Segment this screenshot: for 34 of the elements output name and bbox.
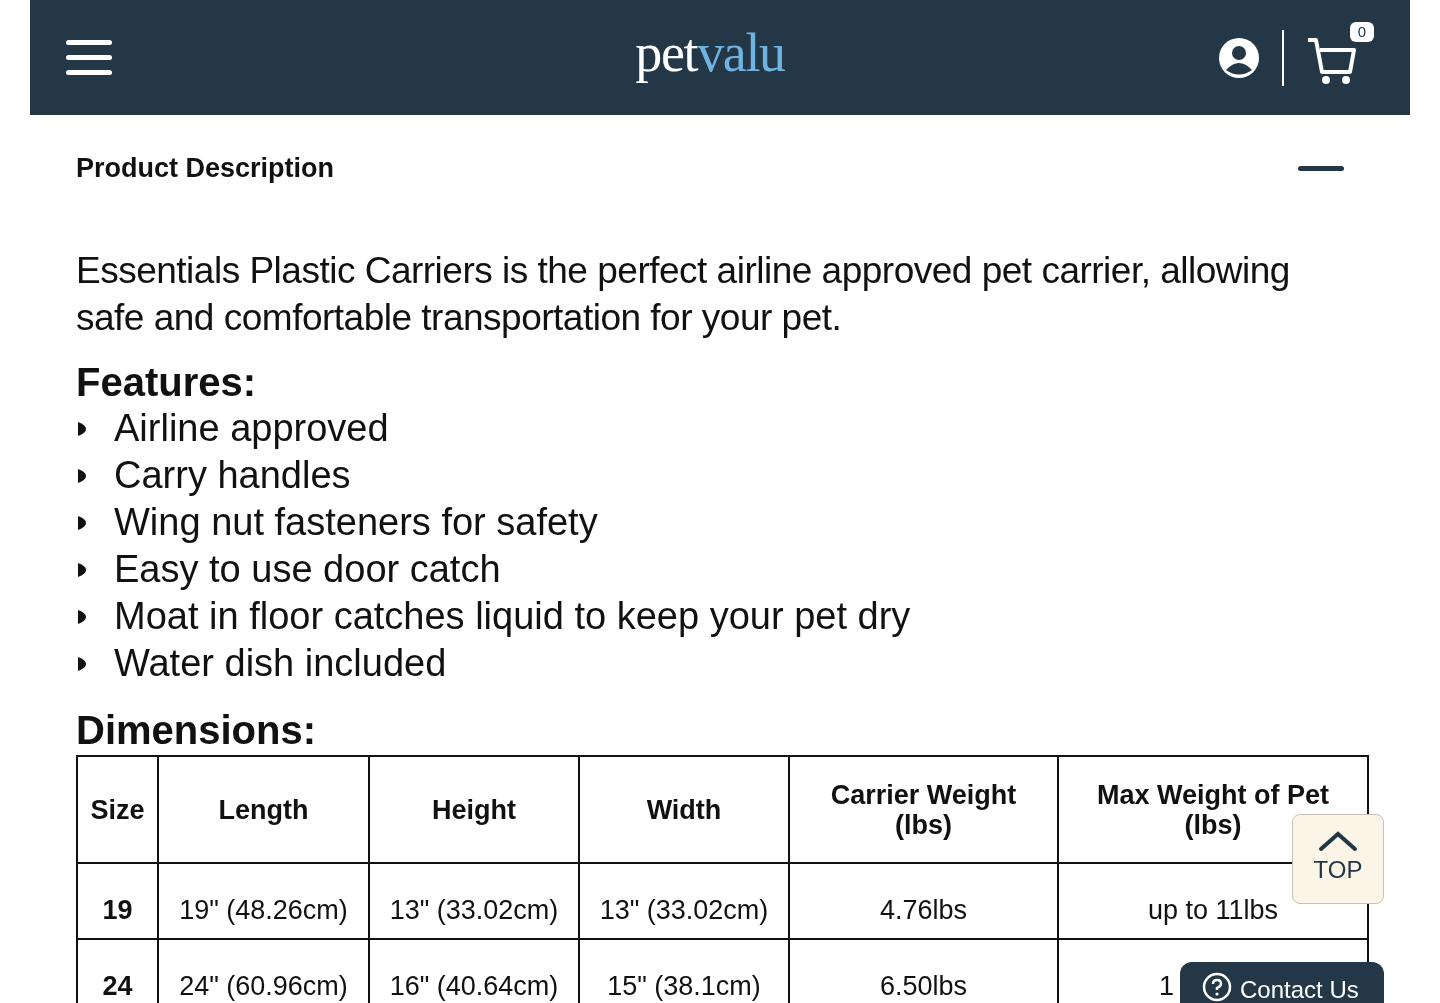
contact-us-button[interactable]: Contact Us xyxy=(1180,962,1384,1003)
table-cell: 13" (33.02cm) xyxy=(369,863,579,939)
description-text: Essentials Plastic Carriers is the perfect airline approved pet carrier, allowing safe and comfortable transportation for your pet. xyxy=(76,249,1291,340)
dimensions-heading: Dimensions: xyxy=(76,707,318,753)
table-cell: 19" (48.26cm) xyxy=(158,863,369,939)
table-cell: 19 xyxy=(77,863,158,939)
feature-item: Carry handles xyxy=(114,453,351,498)
feature-item: Moat in floor catches liquid to keep your pet dry xyxy=(114,594,911,639)
column-header: Carrier Weight (lbs) xyxy=(789,756,1058,863)
cart-count-badge: 0 xyxy=(1349,21,1374,42)
bullet-icon xyxy=(78,562,86,577)
table-cell: 24 xyxy=(77,939,158,1003)
bullet-icon xyxy=(78,656,86,671)
table-cell: 4.76lbs xyxy=(789,863,1058,939)
feature-item: Airline approved xyxy=(114,406,389,451)
bullet-icon xyxy=(78,468,86,483)
menu-icon[interactable] xyxy=(66,40,112,75)
column-header: Width xyxy=(579,756,789,863)
table-cell: 13" (33.02cm) xyxy=(579,863,789,939)
column-header: Height xyxy=(369,756,579,863)
features-heading: Features: xyxy=(76,359,258,405)
help-icon xyxy=(1202,972,1232,1002)
back-to-top-button[interactable]: TOP xyxy=(1292,814,1384,904)
bullet-icon xyxy=(78,609,86,624)
feature-item: Water dish included xyxy=(114,641,447,686)
bullet-icon xyxy=(78,421,86,436)
bullet-icon xyxy=(78,515,86,530)
section-title: Product Description xyxy=(76,151,335,185)
column-header: Length xyxy=(158,756,369,863)
account-icon[interactable] xyxy=(1218,36,1260,79)
chevron-up-icon xyxy=(1318,830,1358,852)
feature-item: Wing nut fasteners for safety xyxy=(114,500,598,545)
column-header: Size xyxy=(77,756,158,863)
feature-item: Easy to use door catch xyxy=(114,547,501,592)
